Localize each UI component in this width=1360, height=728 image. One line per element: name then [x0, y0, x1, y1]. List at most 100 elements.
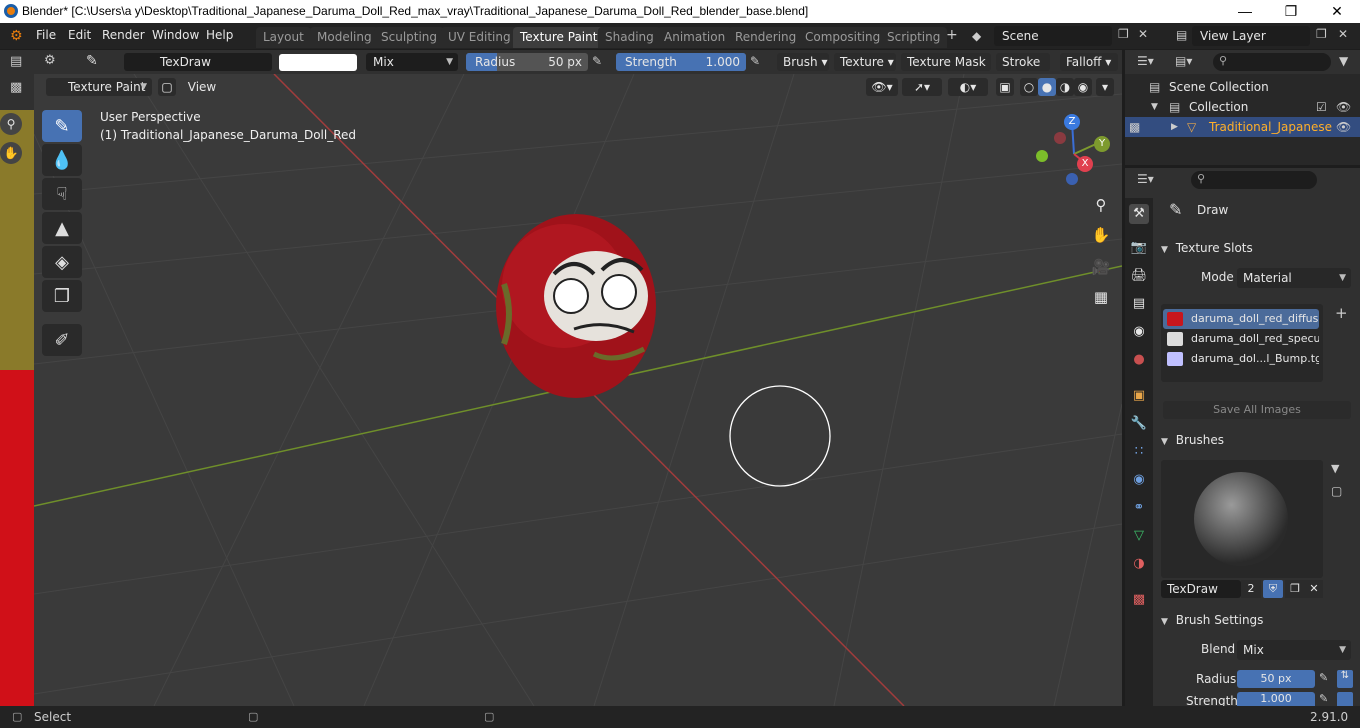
radius-pressure-icon[interactable]: ✎: [1319, 671, 1328, 684]
strength-slider[interactable]: Strength 1.000: [616, 53, 746, 71]
properties-editor-icon[interactable]: ☰▾: [1137, 172, 1154, 186]
visibility-eye-icon[interactable]: 👁: [1336, 97, 1351, 117]
brush-menu[interactable]: Brush ▾: [777, 53, 829, 71]
fill-tool-button[interactable]: ◈: [42, 246, 82, 278]
outliner-row-object[interactable]: ▩ ▶ ▽ Traditional_Japanese 👁: [1125, 117, 1360, 137]
smear-tool-button[interactable]: ☟: [42, 178, 82, 210]
blend-dropdown[interactable]: Mix ▼: [366, 53, 458, 71]
tab-rendering[interactable]: Rendering: [728, 27, 804, 48]
add-slot-icon[interactable]: +: [1335, 304, 1348, 322]
texture-tab-icon[interactable]: ▩: [1129, 590, 1149, 610]
display-mode-icon[interactable]: ▤▾: [1175, 54, 1192, 68]
brush-preview[interactable]: [1161, 460, 1323, 578]
falloff-menu[interactable]: Falloff ▾: [1060, 53, 1118, 71]
overlays-toggle-icon[interactable]: ◐▾: [948, 78, 988, 96]
add-workspace-icon[interactable]: +: [946, 27, 958, 43]
particles-tab-icon[interactable]: ∷: [1129, 442, 1149, 462]
radius-unit-toggle-icon[interactable]: ⇅: [1337, 670, 1353, 688]
solid-shading-icon[interactable]: ●: [1038, 78, 1056, 96]
tab-layout[interactable]: Layout: [256, 27, 311, 48]
3d-viewport[interactable]: Z Y X ▩ Texture Paint▼ ▢ View 👁▾ ➚▾ ◐▾ ▣…: [34, 74, 1122, 706]
ortho-toggle-icon[interactable]: ▦: [1088, 284, 1114, 310]
tab-texture-paint[interactable]: Texture Paint: [513, 27, 605, 48]
fake-user-shield-icon[interactable]: ⛨: [1263, 580, 1283, 598]
remove-view-layer-icon[interactable]: ✕: [1338, 27, 1348, 41]
gizmo-z[interactable]: Z: [1064, 114, 1080, 130]
texture-slots-header[interactable]: ▼ Texture Slots: [1155, 237, 1360, 259]
clone-tool-button[interactable]: ▲: [42, 212, 82, 244]
visibility-eye-icon[interactable]: 👁: [1336, 117, 1351, 137]
data-tab-icon[interactable]: ▽: [1129, 526, 1149, 546]
shading-options-icon[interactable]: ▾: [1096, 78, 1114, 96]
mask-toggle-icon[interactable]: ▢: [158, 78, 176, 96]
view-layer-field[interactable]: View Layer: [1192, 26, 1310, 46]
pan-view-icon[interactable]: ✋: [1088, 222, 1114, 248]
soften-tool-button[interactable]: 💧: [42, 144, 82, 176]
outliner-editor-icon[interactable]: ☰▾: [1137, 54, 1154, 68]
tab-animation[interactable]: Animation: [657, 27, 733, 48]
expand-arrow-icon[interactable]: ▼: [1151, 97, 1158, 117]
mode-dropdown[interactable]: Texture Paint ▼: [46, 78, 152, 96]
filter-icon[interactable]: ▼: [1339, 54, 1348, 68]
brush-tool-icon[interactable]: ✎: [86, 53, 98, 69]
gizmo-toggle-icon[interactable]: ➚▾: [902, 78, 942, 96]
view-menu[interactable]: View: [182, 78, 222, 96]
checker-icon[interactable]: ▩: [10, 80, 22, 95]
editor-type-icon[interactable]: ▤: [10, 54, 22, 69]
annotate-tool-button[interactable]: ✐: [42, 324, 82, 356]
render-tab-icon[interactable]: 📷: [1129, 238, 1149, 258]
brush-blend-dropdown[interactable]: Mix ▼: [1237, 640, 1351, 660]
expand-arrow-icon[interactable]: ▶: [1171, 117, 1178, 137]
menu-render[interactable]: Render: [102, 28, 145, 42]
exclude-checkbox-icon[interactable]: ☑: [1316, 97, 1327, 117]
gizmo-x[interactable]: X: [1077, 156, 1093, 172]
slot-mode-dropdown[interactable]: Material ▼: [1237, 268, 1351, 288]
visibility-dropdown[interactable]: 👁▾: [866, 78, 898, 96]
physics-tab-icon[interactable]: ◉: [1129, 470, 1149, 490]
save-all-images-button[interactable]: Save All Images: [1163, 401, 1351, 419]
outliner-search-input[interactable]: ⚲: [1213, 53, 1331, 71]
brush-name-field[interactable]: TexDraw: [124, 53, 272, 71]
texture-slot-item[interactable]: daruma_doll_red_specu...: [1163, 329, 1319, 349]
rendered-shading-icon[interactable]: ◉: [1074, 78, 1092, 96]
menu-window[interactable]: Window: [152, 28, 199, 42]
brush-menu-icon[interactable]: ▼: [1331, 462, 1339, 475]
strength-pressure-icon[interactable]: ✎: [750, 54, 760, 68]
brush-settings-header[interactable]: ▼ Brush Settings: [1155, 609, 1360, 631]
new-view-layer-icon[interactable]: ❐: [1316, 27, 1327, 41]
zoom-view-icon[interactable]: ⚲: [1088, 192, 1114, 218]
close-icon[interactable]: ✕: [1314, 0, 1360, 23]
pan-hand-icon[interactable]: ✋: [0, 142, 22, 164]
draw-tool-button[interactable]: ✎: [42, 110, 82, 142]
menu-file[interactable]: File: [36, 28, 56, 42]
radius-slider[interactable]: Radius 50 px: [466, 53, 588, 71]
world-tab-icon[interactable]: ●: [1129, 350, 1149, 370]
radius-pressure-icon[interactable]: ✎: [592, 54, 602, 68]
zoom-icon[interactable]: ⚲: [0, 113, 22, 135]
brushes-header[interactable]: ▼ Brushes: [1155, 429, 1360, 451]
texture-mask-menu[interactable]: Texture Mask ▾: [901, 53, 991, 87]
wireframe-shading-icon[interactable]: ○: [1020, 78, 1038, 96]
maximize-icon[interactable]: ❐: [1268, 0, 1314, 23]
texture-slot-item[interactable]: daruma_dol...l_Bump.tga: [1163, 349, 1319, 369]
brush-color-swatch[interactable]: [279, 54, 357, 71]
gizmo-y[interactable]: Y: [1094, 136, 1110, 152]
output-tab-icon[interactable]: 🖨: [1129, 266, 1149, 286]
object-tab-icon[interactable]: ▣: [1129, 386, 1149, 406]
brush-image-icon[interactable]: ▢: [1331, 484, 1342, 498]
outliner-row-collection[interactable]: ▼ ▤ Collection ☑ 👁: [1125, 97, 1360, 117]
view-layer-tab-icon[interactable]: ▤: [1129, 294, 1149, 314]
tab-compositing[interactable]: Compositing: [798, 27, 888, 48]
scene-icon[interactable]: ◆: [972, 29, 981, 43]
xray-toggle-icon[interactable]: ▣: [996, 78, 1014, 96]
camera-view-icon[interactable]: 🎥: [1088, 254, 1114, 280]
mask-tool-button[interactable]: ❐: [42, 280, 82, 312]
duplicate-brush-icon[interactable]: ❐: [1285, 580, 1305, 598]
texture-slot-item[interactable]: daruma_doll_red_diffus...: [1163, 309, 1319, 329]
tool-tab-icon[interactable]: ⚒: [1129, 204, 1149, 224]
remove-scene-icon[interactable]: ✕: [1138, 27, 1148, 41]
material-tab-icon[interactable]: ◑: [1129, 554, 1149, 574]
properties-search-input[interactable]: ⚲: [1191, 171, 1317, 189]
tab-shading[interactable]: Shading: [598, 27, 661, 48]
tab-sculpting[interactable]: Sculpting: [374, 27, 445, 48]
